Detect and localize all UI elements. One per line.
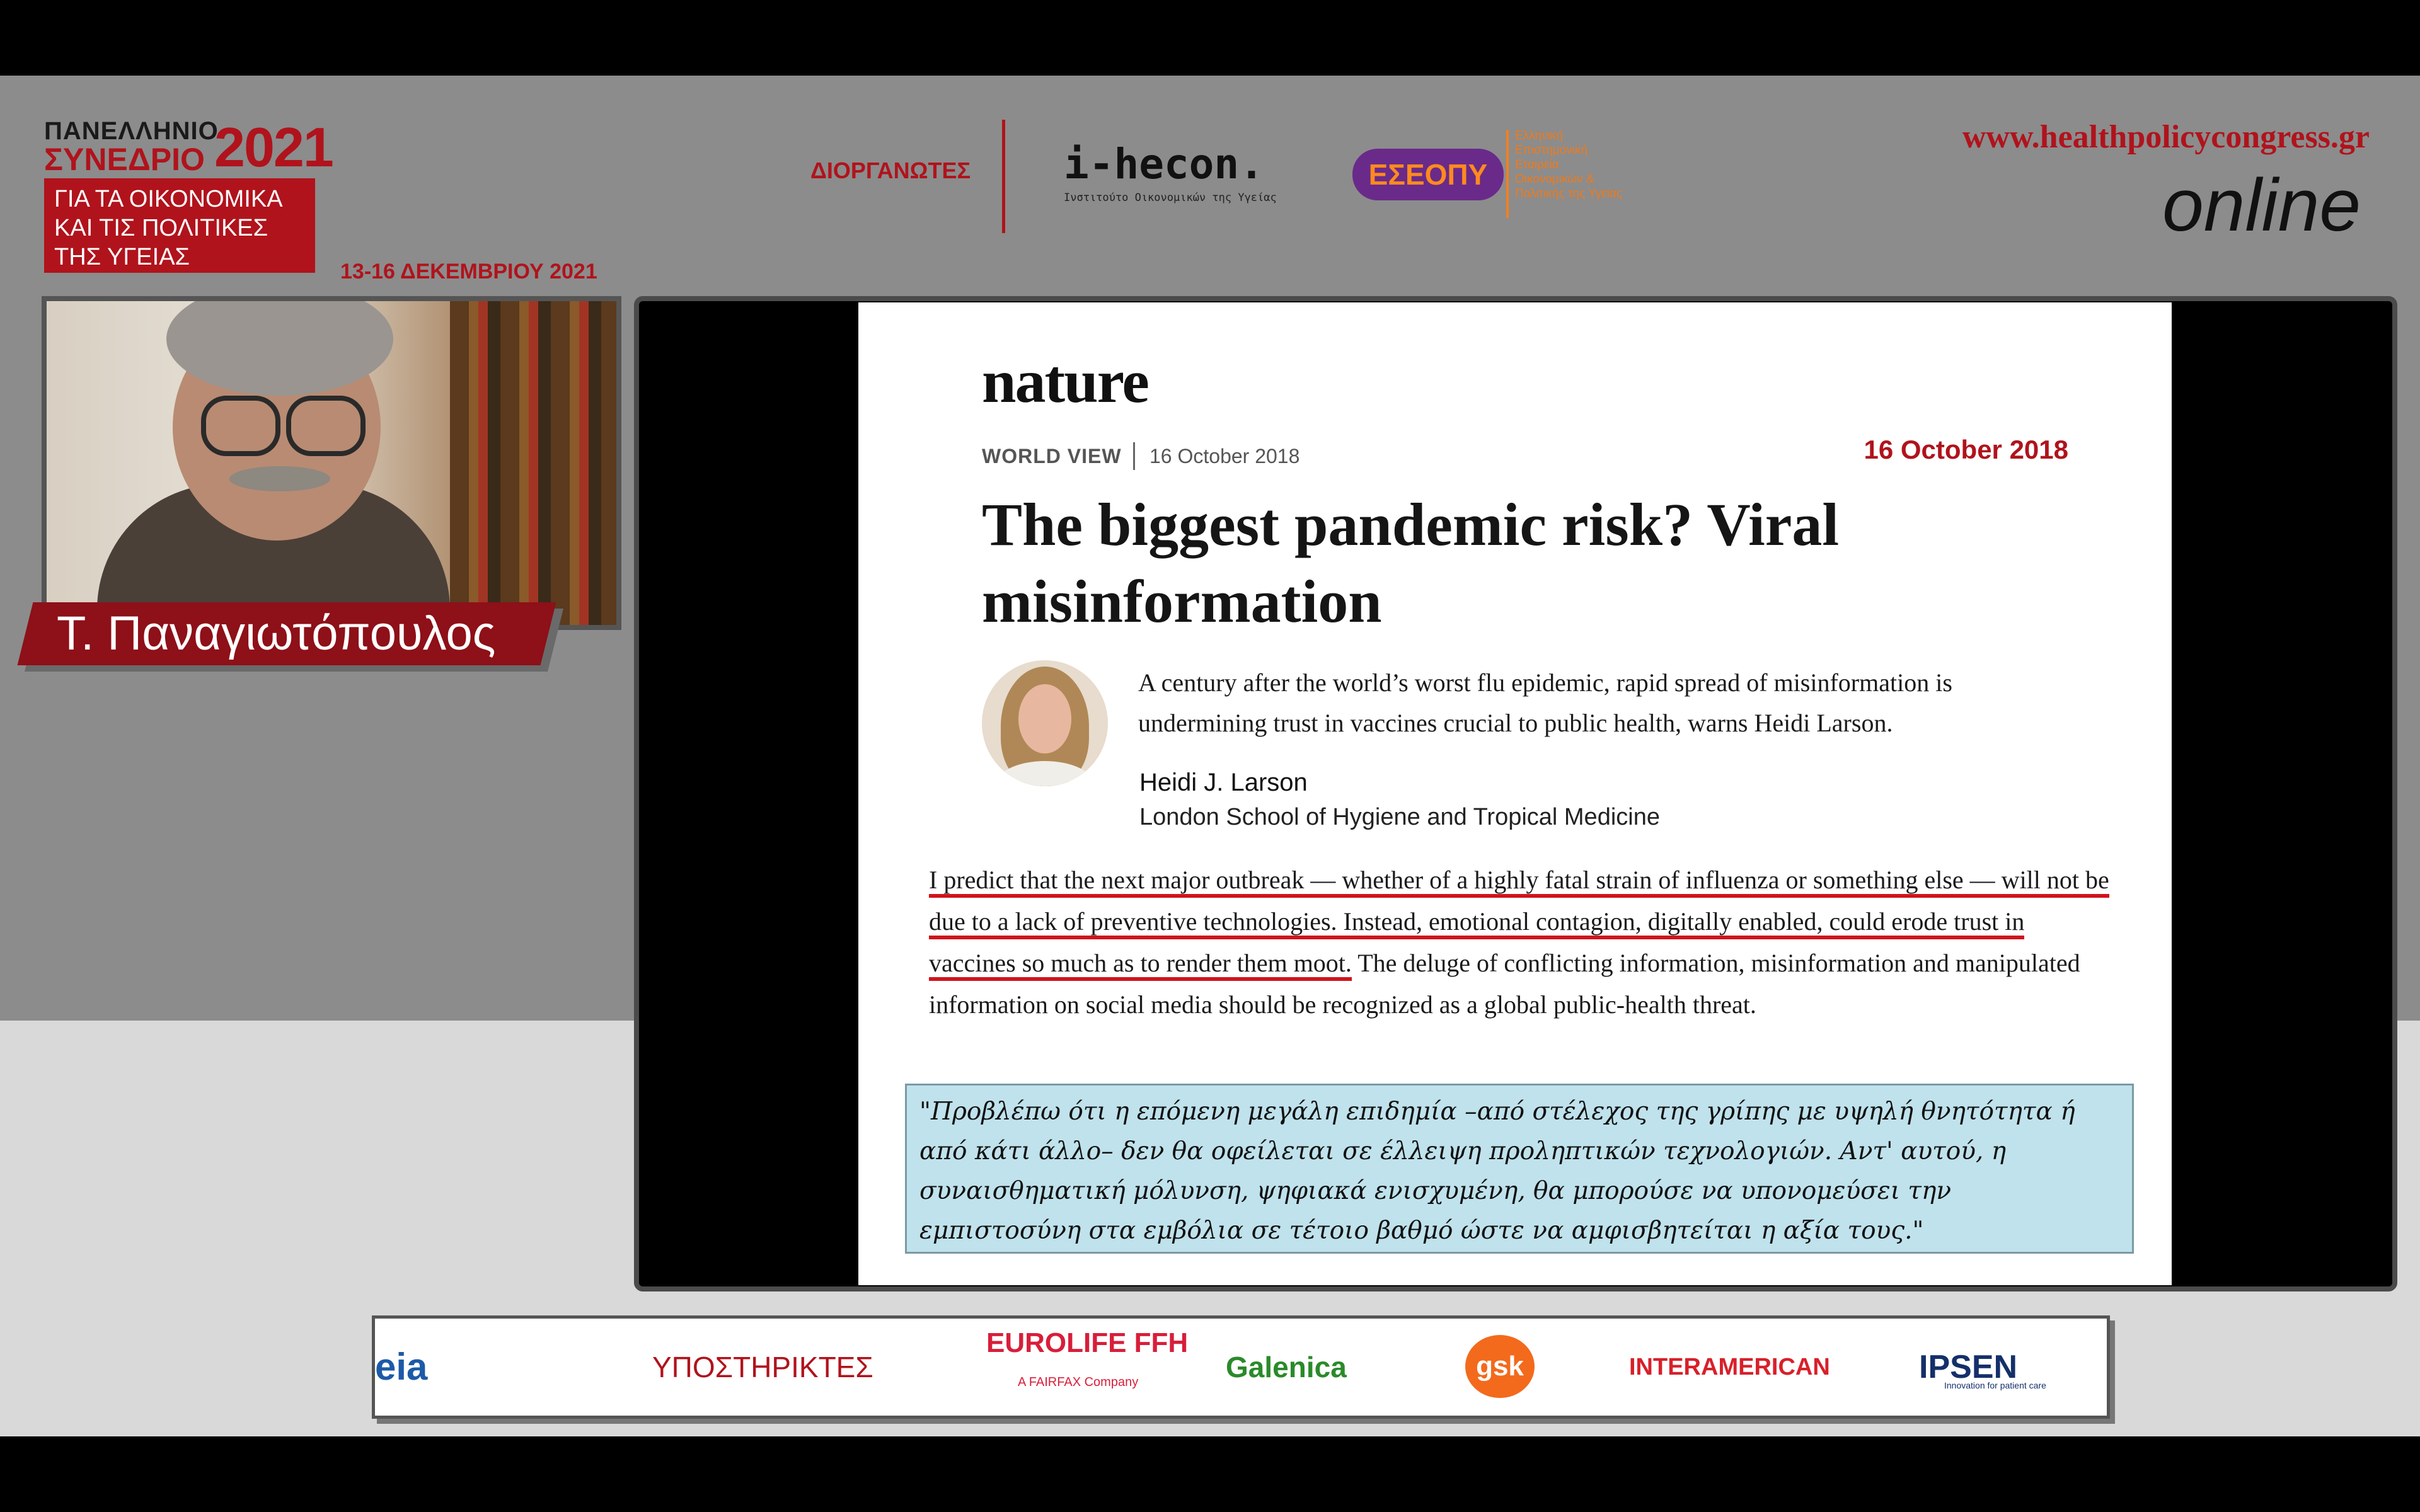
- eseopu-logo: ΕΣΕΟΠΥ: [1352, 149, 1504, 200]
- ihecon-logo: i-hecon. Ινστιτούτο Οικονομικών της Υγεί…: [1064, 144, 1303, 213]
- speaker-name: Τ. Παναγιωτόπουλος: [57, 607, 496, 660]
- slide-date-highlight: 16 October 2018: [1864, 435, 2068, 464]
- congress-logo-year: 2021: [214, 116, 334, 178]
- nature-logo: nature: [982, 348, 1150, 416]
- sponsor-partial-logo: eia: [375, 1346, 428, 1388]
- author-photo: [982, 660, 1108, 786]
- congress-logo-box: ΓΙΑ ΤΑ ΟΙΚΟΝΟΜΙΚΑ ΚΑΙ ΤΙΣ ΠΟΛΙΤΙΚΕΣ ΤΗΣ …: [44, 178, 315, 273]
- video-stage: ΠΑΝΕΛΛΗΝΙΟ ΣΥΝΕΔΡΙΟ 2021 ΓΙΑ ΤΑ ΟΙΚΟΝΟΜΙ…: [0, 76, 2420, 1436]
- sponsor-interamerican-logo: INTERAMERICAN: [1629, 1354, 1830, 1380]
- organizers-label: ΔΙΟΡΓΑΝΩΤΕΣ: [810, 158, 971, 183]
- sponsor-galenica-logo: Galenica: [1226, 1351, 1347, 1383]
- speaker-mustache: [229, 466, 330, 491]
- article-standfirst: A century after the world’s worst flu ep…: [1138, 668, 1952, 737]
- section-label: WORLD VIEW: [982, 445, 1122, 467]
- congress-box-line2: ΚΑΙ ΤΙΣ ΠΟΛΙΤΙΚΕΣ: [54, 215, 268, 241]
- sponsors-label: ΥΠΟΣΤΗΡΙΚΤΕΣ: [652, 1351, 873, 1383]
- speaker-glasses-right: [286, 396, 366, 456]
- congress-box-line1: ΓΙΑ ΤΑ ΟΙΚΟΝΟΜΙΚΑ: [54, 186, 283, 212]
- online-label: online: [2162, 164, 2361, 247]
- author-name: Heidi J. Larson: [1139, 769, 1308, 796]
- author-photo-face: [1018, 684, 1071, 753]
- congress-website-url: www.healthpolicycongress.gr: [1962, 119, 2370, 155]
- eseopu-full-name: Ελληνική Επιστημονική Εταιρεία Οικονομικ…: [1515, 129, 1623, 200]
- ihecon-subtitle: Ινστιτούτο Οικονομικών της Υγείας: [1064, 192, 1277, 204]
- organizers-divider: [1002, 120, 1005, 233]
- congress-dates: 13-16 ΔΕΚΕΜΒΡΙΟΥ 2021: [340, 260, 597, 284]
- eseopu-divider: [1506, 130, 1509, 218]
- article-title: The biggest pandemic risk? Viral misinfo…: [982, 491, 1840, 635]
- speaker-glasses-left: [201, 396, 280, 456]
- sponsor-bar: eia ΥΠΟΣΤΗΡΙΚΤΕΣ EUROLIFE FFH A FAIRFAX …: [372, 1315, 2110, 1419]
- author-affiliation: London School of Hygiene and Tropical Me…: [1139, 804, 1660, 830]
- greek-translation-box: "Προβλέπω ότι η επόμενη μεγάλη επιδημία …: [905, 1084, 2134, 1254]
- sponsor-ipsen-tagline: Innovation for patient care: [1944, 1380, 2046, 1390]
- congress-box-line3: ΤΗΣ ΥΓΕΙΑΣ: [54, 244, 190, 270]
- presentation-slide: nature WORLD VIEW 16 October 2018 16 Oct…: [858, 302, 2172, 1285]
- bookshelf: [450, 301, 616, 625]
- section-date: 16 October 2018: [1150, 445, 1300, 467]
- congress-logo: ΠΑΝΕΛΛΗΝΙΟ ΣΥΝΕΔΡΙΟ 2021 ΓΙΑ ΤΑ ΟΙΚΟΝΟΜΙ…: [44, 118, 334, 282]
- section-separator: [1133, 442, 1135, 470]
- sponsor-eurolife-tagline: A FAIRFAX Company: [1018, 1375, 1139, 1389]
- article-body: I predict that the next major outbreak —…: [929, 859, 2114, 1026]
- speaker-video[interactable]: [42, 296, 621, 630]
- ihecon-wordmark: i-hecon.: [1064, 140, 1264, 188]
- sponsor-gsk-logo: gsk: [1465, 1335, 1535, 1398]
